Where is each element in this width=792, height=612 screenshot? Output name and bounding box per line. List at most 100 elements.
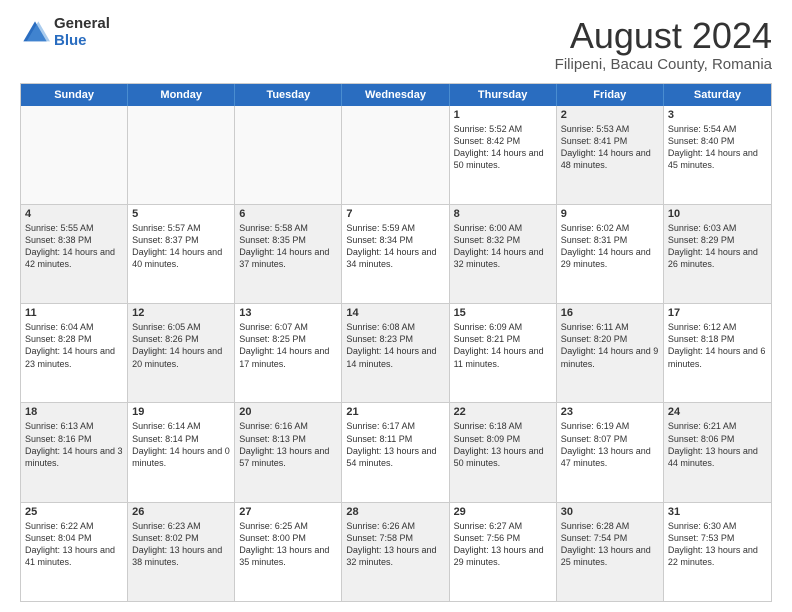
calendar-cell-6: 6 Sunrise: 5:58 AM Sunset: 8:35 PM Daylig… <box>235 205 342 303</box>
calendar-cell-8: 8 Sunrise: 6:00 AM Sunset: 8:32 PM Daylig… <box>450 205 557 303</box>
day-number: 1 <box>454 109 552 121</box>
cell-daylight-info: Sunrise: 6:12 AM Sunset: 8:18 PM Dayligh… <box>668 321 767 370</box>
calendar-cell-23: 23Sunrise: 6:19 AM Sunset: 8:07 PM Dayli… <box>557 403 664 501</box>
cell-daylight-info: Sunrise: 6:23 AM Sunset: 8:02 PM Dayligh… <box>132 520 230 569</box>
day-header-tuesday: Tuesday <box>235 84 342 106</box>
calendar-cell-16: 16 Sunrise: 6:11 AM Sunset: 8:20 PM Dayli… <box>557 304 664 402</box>
day-header-saturday: Saturday <box>664 84 771 106</box>
calendar-cell-empty-0-3 <box>342 106 449 204</box>
cell-daylight-info: Sunrise: 6:16 AM Sunset: 8:13 PM Dayligh… <box>239 420 337 469</box>
cell-daylight-info: Sunrise: 6:04 AM Sunset: 8:28 PM Dayligh… <box>25 321 123 370</box>
calendar-cell-14: 14 Sunrise: 6:08 AM Sunset: 8:23 PM Dayli… <box>342 304 449 402</box>
cell-daylight-info: Sunrise: 6:19 AM Sunset: 8:07 PM Dayligh… <box>561 420 659 469</box>
calendar-cell-4: 4Sunrise: 5:55 AM Sunset: 8:38 PM Daylig… <box>21 205 128 303</box>
cell-daylight-info: Sunrise: 6:00 AM Sunset: 8:32 PM Dayligh… <box>454 222 552 271</box>
day-number: 8 <box>454 208 552 220</box>
calendar-cell-2: 2 Sunrise: 5:53 AM Sunset: 8:41 PM Daylig… <box>557 106 664 204</box>
calendar-cell-7: 7Sunrise: 5:59 AM Sunset: 8:34 PM Daylig… <box>342 205 449 303</box>
calendar-cell-19: 19 Sunrise: 6:14 AM Sunset: 8:14 PM Dayli… <box>128 403 235 501</box>
calendar-row-3: 18 Sunrise: 6:13 AM Sunset: 8:16 PM Dayli… <box>21 402 771 501</box>
calendar-cell-empty-0-2 <box>235 106 342 204</box>
calendar-row-1: 4Sunrise: 5:55 AM Sunset: 8:38 PM Daylig… <box>21 204 771 303</box>
cell-daylight-info: Sunrise: 6:21 AM Sunset: 8:06 PM Dayligh… <box>668 420 767 469</box>
calendar-cell-20: 20 Sunrise: 6:16 AM Sunset: 8:13 PM Dayli… <box>235 403 342 501</box>
day-number: 24 <box>668 406 767 418</box>
calendar-cell-28: 28 Sunrise: 6:26 AM Sunset: 7:58 PM Dayli… <box>342 503 449 601</box>
day-number: 20 <box>239 406 337 418</box>
day-number: 21 <box>346 406 444 418</box>
day-number: 29 <box>454 506 552 518</box>
main-title: August 2024 <box>555 16 772 56</box>
day-number: 2 <box>561 109 659 121</box>
cell-daylight-info: Sunrise: 6:07 AM Sunset: 8:25 PM Dayligh… <box>239 321 337 370</box>
calendar-cell-13: 13 Sunrise: 6:07 AM Sunset: 8:25 PM Dayli… <box>235 304 342 402</box>
day-number: 6 <box>239 208 337 220</box>
cell-daylight-info: Sunrise: 6:09 AM Sunset: 8:21 PM Dayligh… <box>454 321 552 370</box>
day-number: 7 <box>346 208 444 220</box>
day-header-wednesday: Wednesday <box>342 84 449 106</box>
calendar-cell-empty-0-0 <box>21 106 128 204</box>
day-number: 12 <box>132 307 230 319</box>
day-number: 26 <box>132 506 230 518</box>
cell-daylight-info: Sunrise: 5:57 AM Sunset: 8:37 PM Dayligh… <box>132 222 230 271</box>
cell-daylight-info: Sunrise: 6:25 AM Sunset: 8:00 PM Dayligh… <box>239 520 337 569</box>
calendar-cell-5: 5 Sunrise: 5:57 AM Sunset: 8:37 PM Daylig… <box>128 205 235 303</box>
calendar-row-2: 11 Sunrise: 6:04 AM Sunset: 8:28 PM Dayli… <box>21 303 771 402</box>
calendar-row-4: 25Sunrise: 6:22 AM Sunset: 8:04 PM Dayli… <box>21 502 771 601</box>
day-number: 30 <box>561 506 659 518</box>
logo-icon <box>20 18 50 48</box>
day-header-friday: Friday <box>557 84 664 106</box>
cell-daylight-info: Sunrise: 5:53 AM Sunset: 8:41 PM Dayligh… <box>561 123 659 172</box>
day-number: 28 <box>346 506 444 518</box>
day-number: 18 <box>25 406 123 418</box>
calendar-cell-26: 26 Sunrise: 6:23 AM Sunset: 8:02 PM Dayli… <box>128 503 235 601</box>
cell-daylight-info: Sunrise: 5:58 AM Sunset: 8:35 PM Dayligh… <box>239 222 337 271</box>
day-number: 4 <box>25 208 123 220</box>
day-number: 19 <box>132 406 230 418</box>
calendar-cell-10: 10Sunrise: 6:03 AM Sunset: 8:29 PM Dayli… <box>664 205 771 303</box>
calendar-cell-30: 30 Sunrise: 6:28 AM Sunset: 7:54 PM Dayli… <box>557 503 664 601</box>
cell-daylight-info: Sunrise: 6:14 AM Sunset: 8:14 PM Dayligh… <box>132 420 230 469</box>
calendar-cell-25: 25Sunrise: 6:22 AM Sunset: 8:04 PM Dayli… <box>21 503 128 601</box>
day-number: 16 <box>561 307 659 319</box>
day-number: 3 <box>668 109 767 121</box>
calendar-cell-empty-0-1 <box>128 106 235 204</box>
day-number: 14 <box>346 307 444 319</box>
calendar-cell-31: 31Sunrise: 6:30 AM Sunset: 7:53 PM Dayli… <box>664 503 771 601</box>
day-number: 11 <box>25 307 123 319</box>
cell-daylight-info: Sunrise: 6:17 AM Sunset: 8:11 PM Dayligh… <box>346 420 444 469</box>
day-header-sunday: Sunday <box>21 84 128 106</box>
cell-daylight-info: Sunrise: 5:52 AM Sunset: 8:42 PM Dayligh… <box>454 123 552 172</box>
day-number: 5 <box>132 208 230 220</box>
calendar-cell-1: 1 Sunrise: 5:52 AM Sunset: 8:42 PM Daylig… <box>450 106 557 204</box>
calendar-cell-24: 24 Sunrise: 6:21 AM Sunset: 8:06 PM Dayli… <box>664 403 771 501</box>
cell-daylight-info: Sunrise: 6:26 AM Sunset: 7:58 PM Dayligh… <box>346 520 444 569</box>
calendar-cell-11: 11 Sunrise: 6:04 AM Sunset: 8:28 PM Dayli… <box>21 304 128 402</box>
calendar-cell-12: 12 Sunrise: 6:05 AM Sunset: 8:26 PM Dayli… <box>128 304 235 402</box>
cell-daylight-info: Sunrise: 6:28 AM Sunset: 7:54 PM Dayligh… <box>561 520 659 569</box>
day-number: 13 <box>239 307 337 319</box>
cell-daylight-info: Sunrise: 6:30 AM Sunset: 7:53 PM Dayligh… <box>668 520 767 569</box>
calendar-cell-27: 27 Sunrise: 6:25 AM Sunset: 8:00 PM Dayli… <box>235 503 342 601</box>
calendar: SundayMondayTuesdayWednesdayThursdayFrid… <box>20 83 772 602</box>
title-block: August 2024 Filipeni, Bacau County, Roma… <box>555 16 772 73</box>
calendar-cell-18: 18 Sunrise: 6:13 AM Sunset: 8:16 PM Dayli… <box>21 403 128 501</box>
calendar-cell-17: 17Sunrise: 6:12 AM Sunset: 8:18 PM Dayli… <box>664 304 771 402</box>
cell-daylight-info: Sunrise: 6:02 AM Sunset: 8:31 PM Dayligh… <box>561 222 659 271</box>
day-header-thursday: Thursday <box>450 84 557 106</box>
day-number: 10 <box>668 208 767 220</box>
page-header: General Blue August 2024 Filipeni, Bacau… <box>20 16 772 73</box>
day-number: 27 <box>239 506 337 518</box>
day-number: 22 <box>454 406 552 418</box>
subtitle: Filipeni, Bacau County, Romania <box>555 56 772 73</box>
cell-daylight-info: Sunrise: 6:13 AM Sunset: 8:16 PM Dayligh… <box>25 420 123 469</box>
cell-daylight-info: Sunrise: 6:08 AM Sunset: 8:23 PM Dayligh… <box>346 321 444 370</box>
cell-daylight-info: Sunrise: 6:11 AM Sunset: 8:20 PM Dayligh… <box>561 321 659 370</box>
calendar-body: 1 Sunrise: 5:52 AM Sunset: 8:42 PM Daylig… <box>21 106 771 601</box>
cell-daylight-info: Sunrise: 5:54 AM Sunset: 8:40 PM Dayligh… <box>668 123 767 172</box>
calendar-cell-21: 21 Sunrise: 6:17 AM Sunset: 8:11 PM Dayli… <box>342 403 449 501</box>
cell-daylight-info: Sunrise: 6:05 AM Sunset: 8:26 PM Dayligh… <box>132 321 230 370</box>
calendar-header: SundayMondayTuesdayWednesdayThursdayFrid… <box>21 84 771 106</box>
cell-daylight-info: Sunrise: 6:27 AM Sunset: 7:56 PM Dayligh… <box>454 520 552 569</box>
cell-daylight-info: Sunrise: 6:22 AM Sunset: 8:04 PM Dayligh… <box>25 520 123 569</box>
